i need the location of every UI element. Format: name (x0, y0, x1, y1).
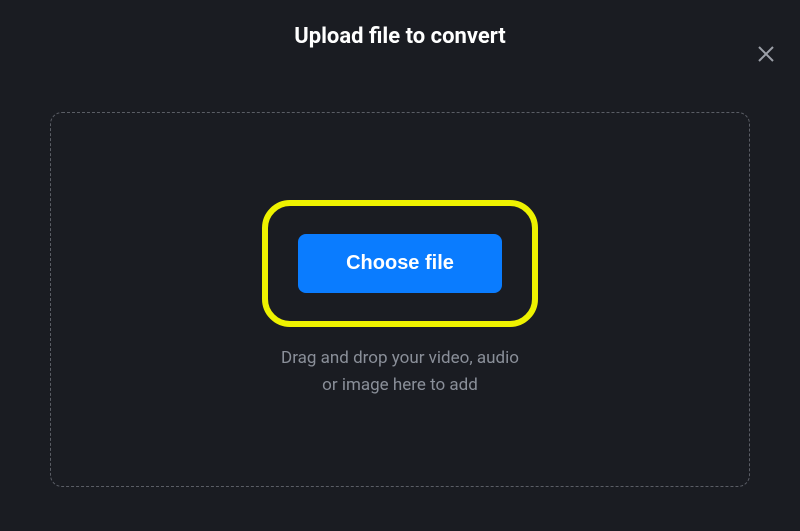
choose-file-button[interactable]: Choose file (298, 234, 502, 293)
modal-title: Upload file to convert (0, 24, 800, 49)
dropzone-hint: Drag and drop your video, audio or image… (281, 345, 519, 399)
emphasis-highlight: Choose file (262, 200, 538, 327)
close-icon (756, 44, 776, 64)
close-button[interactable] (752, 40, 780, 68)
hint-line-2: or image here to add (281, 372, 519, 399)
file-dropzone[interactable]: Choose file Drag and drop your video, au… (50, 112, 750, 487)
hint-line-1: Drag and drop your video, audio (281, 345, 519, 372)
